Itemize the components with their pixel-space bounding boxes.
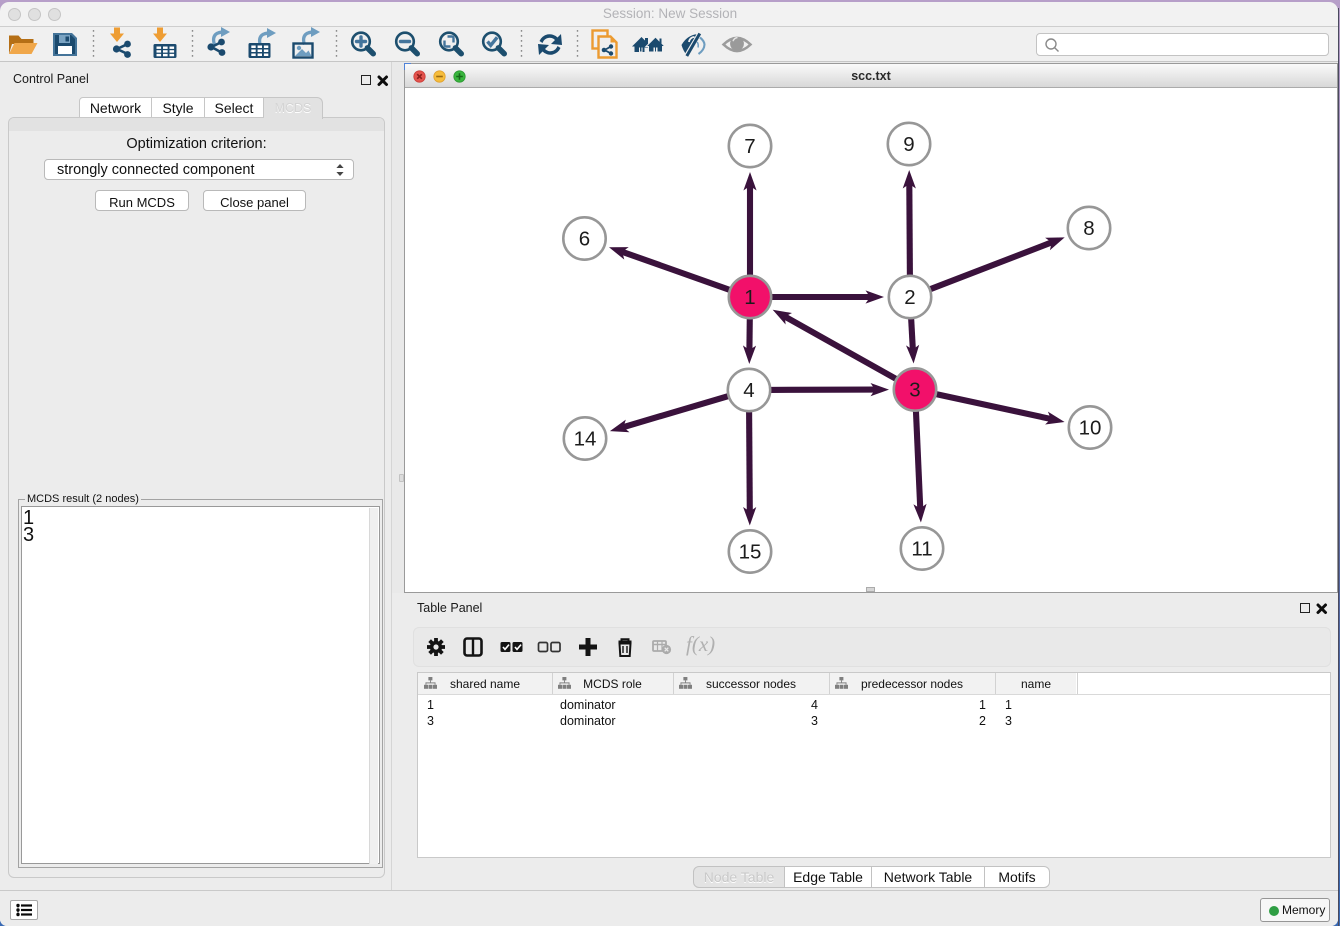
svg-text:2: 2 [904, 286, 915, 309]
svg-text:8: 8 [1083, 217, 1094, 240]
svg-text:11: 11 [911, 538, 932, 561]
svg-text:10: 10 [1079, 417, 1102, 440]
svg-text:3: 3 [909, 379, 920, 402]
svg-text:9: 9 [903, 133, 914, 156]
